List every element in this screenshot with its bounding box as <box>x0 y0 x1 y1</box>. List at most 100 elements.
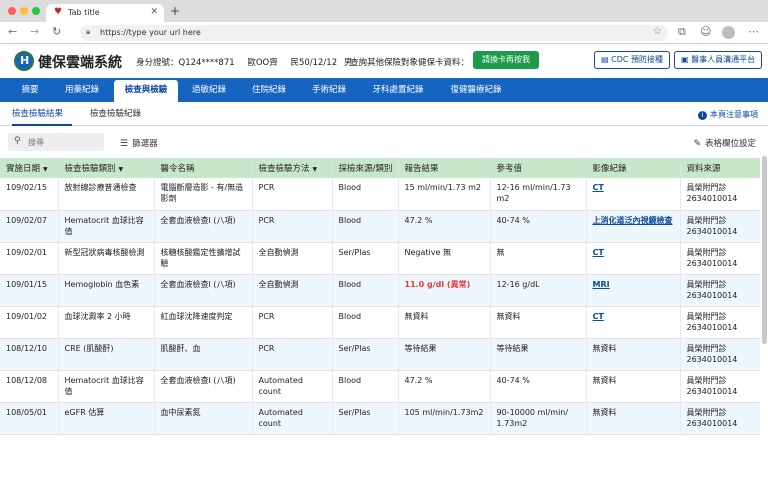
column-header[interactable]: 檢查檢驗類別 ▼ <box>58 158 155 178</box>
cdc-vaccination-button[interactable]: ▤ CDC 預防接種 <box>594 51 670 69</box>
cell-image-record[interactable]: CT <box>586 306 681 339</box>
profile-avatar[interactable] <box>722 26 735 39</box>
cell-source: Ser/Plas <box>332 242 399 275</box>
nav-summary[interactable]: 摘要 <box>10 78 50 102</box>
new-tab-icon[interactable]: + <box>170 4 180 18</box>
cell-source: Ser/Plas <box>332 402 399 435</box>
image-record-link[interactable]: 上消化道泛內視鏡檢查 <box>593 216 673 225</box>
star-icon[interactable]: ☆ <box>653 26 662 37</box>
nav-inpatient[interactable]: 住院紀錄 <box>242 78 296 102</box>
cell-date: 109/02/07 <box>0 210 59 243</box>
window-zoom-button[interactable] <box>32 7 40 15</box>
cell-order-name: 核糖核酸鑑定性擴增試驗 <box>154 242 253 275</box>
column-header-label: 資料來源 <box>686 164 721 174</box>
cell-data-source-text: 員榮附門診 2634010014 <box>686 311 738 332</box>
heart-icon: ♥ <box>54 7 63 17</box>
staff-platform-button[interactable]: ▣ 醫事人員溝通平台 <box>674 51 763 69</box>
cell-image-record[interactable]: CT <box>586 242 681 275</box>
table-scrollbar[interactable] <box>762 156 767 344</box>
cell-result: 無資料 <box>398 306 491 339</box>
cell-result-text: 無資料 <box>404 311 429 321</box>
nav-rehab[interactable]: 復健醫療紀錄 <box>440 78 512 102</box>
nav-exam[interactable]: 檢查與檢驗 <box>114 80 178 102</box>
image-record-link[interactable]: CT <box>593 248 604 257</box>
column-header: 影像紀錄 <box>586 158 681 178</box>
main-nav: 摘要 用藥紀錄 檢查與檢驗 過敏紀錄 住院紀錄 手術紀錄 牙科處置紀錄 復健醫療… <box>0 78 768 102</box>
column-header-label: 參考值 <box>496 164 523 174</box>
more-icon[interactable]: ⋯ <box>748 25 759 38</box>
cell-data-source: 員榮附門診 2634010014 <box>680 402 760 435</box>
window-close-button[interactable] <box>8 7 16 15</box>
cell-result: Negative 無 <box>398 242 491 275</box>
nav-medication[interactable]: 用藥紀錄 <box>54 78 110 102</box>
cell-image-record[interactable]: MRI <box>586 274 681 307</box>
sort-down-icon[interactable]: ▼ <box>313 166 318 173</box>
nav-surgery[interactable]: 手術紀錄 <box>302 78 356 102</box>
cell-result-text: 47.2 % <box>404 215 433 225</box>
filter-button[interactable]: ☰ 篩選器 <box>120 137 158 149</box>
cell-category-text: CRE (肌酸酐) <box>64 343 114 353</box>
tab-exam-results[interactable]: 檢查檢驗結果 <box>12 102 72 126</box>
cell-data-source: 員榮附門診 2634010014 <box>680 242 760 275</box>
cell-method-text: 全自動偵測 <box>258 247 299 257</box>
cell-reference-text: 無 <box>496 247 505 257</box>
insert-card-button[interactable]: 請換卡再按我 <box>473 51 539 69</box>
forward-icon[interactable]: → <box>30 25 39 38</box>
nav-dental[interactable]: 牙科處置紀錄 <box>362 78 434 102</box>
table-row[interactable]: 108/05/01 eGFR 估算 血中尿素氮 Automated count Ser/… <box>0 402 760 435</box>
window-minimize-button[interactable] <box>20 7 28 15</box>
table-row[interactable]: 109/02/15 放射線診療普通檢查 電腦斷層造影 - 有/無造影劑 PCR Bloo… <box>0 178 760 211</box>
column-settings-button[interactable]: ✎ 表格欄位設定 <box>693 137 756 149</box>
extensions-icon[interactable]: ⧉ <box>678 25 686 39</box>
lock-icon: 🔒︎ <box>86 27 91 36</box>
search-box[interactable]: ⚲ <box>8 133 104 151</box>
cell-reference-text: 40-74 % <box>496 215 530 225</box>
filter-icon: ☰ <box>120 139 129 149</box>
cell-image-record[interactable]: CT <box>586 178 681 211</box>
image-record-link[interactable]: CT <box>593 312 604 321</box>
notice-label: 本頁注意事項 <box>710 110 758 119</box>
column-header[interactable]: 檢查檢驗方法 ▼ <box>252 158 333 178</box>
cell-reference: 無資料 <box>490 306 587 339</box>
image-record-link[interactable]: CT <box>593 183 604 192</box>
table-row[interactable]: 108/12/10 CRE (肌酸酐) 肌酸酐、血 PCR Ser/Plas 等待結果 等待… <box>0 338 760 371</box>
filter-bar: ⚲ ☰篩選器 ✎表格欄位設定 <box>0 126 768 156</box>
table-row[interactable]: 109/02/01 新型冠狀病毒核酸檢測 核糖核酸鑑定性擴增試驗 全自動偵測 Ser/P… <box>0 242 760 275</box>
sort-down-icon[interactable]: ▼ <box>119 166 124 173</box>
sort-down-icon[interactable]: ▼ <box>43 166 48 173</box>
cell-date: 108/12/10 <box>0 338 59 371</box>
cell-source-text: Blood <box>338 215 362 225</box>
nav-allergy[interactable]: 過敏紀錄 <box>182 78 236 102</box>
cell-category: 放射線診療普通檢查 <box>58 178 155 211</box>
nhi-logo: H <box>14 51 34 71</box>
close-icon[interactable]: ✕ <box>150 7 158 17</box>
results-table-container: 實施日期 ▼ 檢查檢驗類別 ▼ 醫令名稱 檢查檢驗方法 ▼ 採檢來源/類別 報告結果 參考值 影像紀… <box>0 158 760 480</box>
search-input[interactable] <box>28 135 100 149</box>
cell-category-text: Hematocrit 血球比容值 <box>64 215 144 236</box>
tab-exam-records[interactable]: 檢查檢驗紀錄 <box>90 102 150 126</box>
image-record-link[interactable]: MRI <box>593 280 610 289</box>
back-icon[interactable]: ← <box>8 25 17 38</box>
cell-order-name: 全套血液檢查I (八項) <box>154 370 253 403</box>
patient-id: 身分證號：Q124****871 <box>136 58 235 68</box>
table-row[interactable]: 109/02/07 Hematocrit 血球比容值 全套血液檢查I (八項) PCR… <box>0 210 760 243</box>
cell-reference-text: 等待結果 <box>496 343 529 353</box>
cell-image-record[interactable]: 上消化道泛內視鏡檢查 <box>586 210 681 243</box>
column-header[interactable]: 實施日期 ▼ <box>0 158 59 178</box>
table-row[interactable]: 109/01/02 血球沈澱率 2 小時 紅血球沈降速度判定 PCR Blood 無資料 無… <box>0 306 760 339</box>
url-bar[interactable]: 🔒︎ https://type your url here ☆ <box>80 25 668 41</box>
query-label: 查詢其他保險對象健保卡資料： <box>350 58 470 68</box>
browser-tab[interactable]: ♥ Tab title ✕ <box>46 4 164 22</box>
cell-source-text: Ser/Plas <box>338 343 371 353</box>
table-row[interactable]: 108/12/08 Hematocrit 血球比容值 全套血液檢查I (八項) Aut… <box>0 370 760 403</box>
table-row[interactable]: 109/01/15 Hemoglobin 血色素 全套血液檢查I (八項) 全自動偵測… <box>0 274 760 307</box>
page-notice-link[interactable]: i 本頁注意事項 <box>698 109 758 120</box>
emoji-icon[interactable]: ☺ <box>700 25 711 38</box>
reload-icon[interactable]: ↻ <box>52 25 61 38</box>
cell-order-name-text: 紅血球沈降速度判定 <box>160 311 233 321</box>
search-icon: ⚲ <box>14 136 21 146</box>
cell-source-text: Blood <box>338 183 362 192</box>
abnormal-result: 11.0 g/dl (異常) <box>404 279 471 289</box>
cell-data-source-text: 員榮附門診 2634010014 <box>686 183 738 203</box>
url-text[interactable]: https://type your url here <box>100 28 201 37</box>
